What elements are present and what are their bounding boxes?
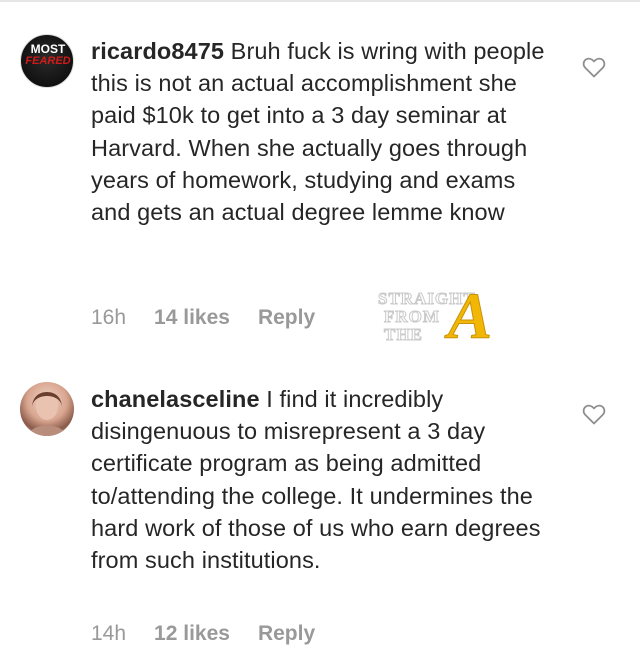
watermark: STRAIGHT FROM THE A [378,283,538,360]
avatar-text-bottom: FEARED [25,55,71,67]
top-divider [0,0,640,2]
avatar[interactable]: MOST FEARED [20,34,74,88]
comment-body: chanelasceline I find it incredibly disi… [91,383,561,576]
comment-username[interactable]: ricardo8475 [91,38,224,64]
reply-button[interactable]: Reply [258,622,315,646]
heart-icon[interactable] [582,403,606,425]
comment-time: 14h [91,622,127,645]
avatar-portrait [28,392,66,436]
watermark-letter: A [447,280,493,353]
watermark-line-3: THE [384,325,423,344]
comment-meta: 16h 14 likes Reply [91,306,315,330]
comment-username[interactable]: chanelasceline [91,386,260,412]
comment-body: ricardo8475 Bruh fuck is wring with peop… [91,35,561,228]
avatar[interactable] [20,382,74,436]
watermark-line-2: FROM [384,307,440,326]
comment-time: 16h [91,306,127,329]
reply-button[interactable]: Reply [258,306,315,330]
comment-meta: 14h 12 likes Reply [91,622,315,646]
comment-likes[interactable]: 14 likes [154,306,230,330]
comment-text: Bruh fuck is wring with people this is n… [91,38,545,226]
comment-text: I find it incredibly disingenuous to mis… [91,386,541,574]
heart-icon[interactable] [582,56,606,78]
avatar-text-top: MOST [30,42,66,56]
comment-likes[interactable]: 12 likes [154,622,230,646]
